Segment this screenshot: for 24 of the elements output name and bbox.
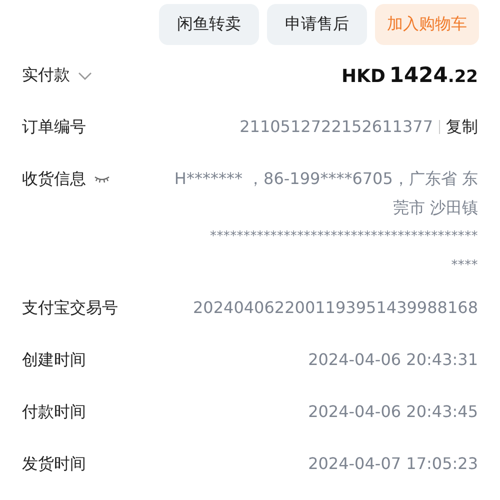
detail-value: 2024-04-06 20:43:31: [308, 349, 478, 371]
detail-label: 付款时间: [22, 401, 86, 423]
address-line: ****: [451, 257, 478, 275]
address-line: H******* ，86-199****6705，广东省 东: [174, 168, 478, 190]
shipping-info-label: 收货信息: [22, 168, 86, 190]
price-decimal: .22: [448, 66, 478, 89]
detail-value: 2024040622001193951439988168: [192, 297, 478, 319]
detail-value: 2024-04-06 20:43:45: [308, 401, 478, 423]
closed-eye-icon[interactable]: [94, 175, 110, 183]
action-button[interactable]: 申请售后: [267, 4, 367, 45]
copy-link[interactable]: 复制: [439, 120, 478, 134]
detail-label: 创建时间: [22, 349, 86, 371]
paid-amount-label: 实付款: [22, 64, 70, 86]
detail-label: 发货时间: [22, 453, 86, 475]
order-number-label: 订单编号: [22, 116, 86, 138]
address-line: ****************************************: [210, 228, 478, 246]
currency-code: HKD: [341, 65, 386, 89]
chevron-down-icon[interactable]: [78, 70, 92, 80]
order-number: 2110512722152611377: [240, 116, 433, 138]
action-button[interactable]: 闲鱼转卖: [159, 4, 259, 45]
price-integer: 1424: [389, 63, 448, 87]
detail-label: 支付宝交易号: [22, 297, 118, 319]
detail-value: 2024-04-07 17:05:23: [308, 453, 478, 475]
address-line: 莞市 沙田镇: [392, 197, 478, 219]
